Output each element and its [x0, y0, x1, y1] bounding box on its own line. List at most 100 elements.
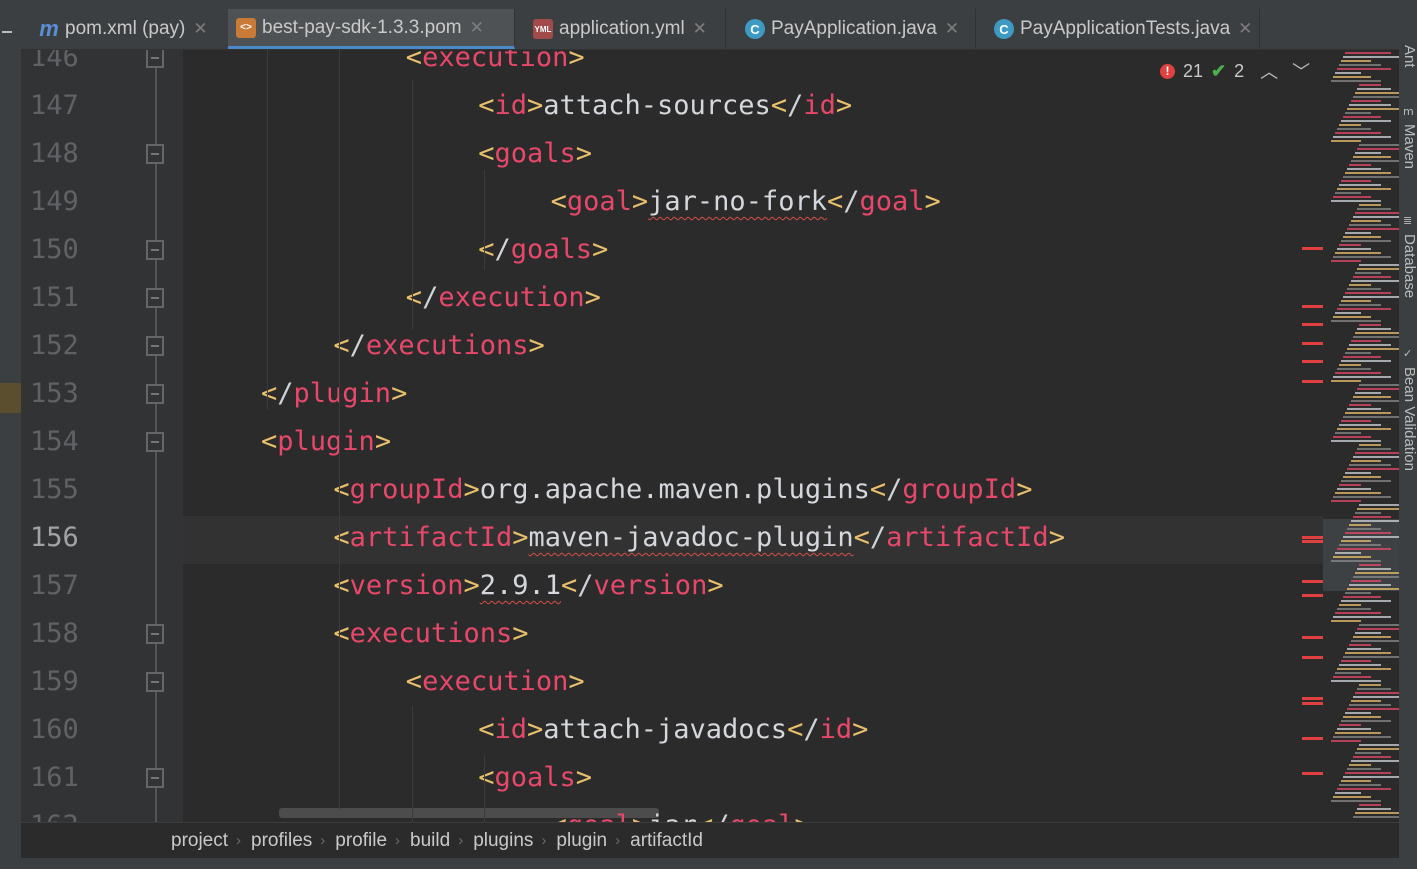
- tool-window-maven[interactable]: Maven: [1401, 124, 1417, 169]
- bracket: <: [550, 186, 567, 217]
- breadcrumb-separator-icon: ›: [541, 832, 547, 849]
- tab-pom-xml[interactable]: m pom.xml (pay) ✕: [31, 9, 230, 49]
- minimap-stripe: [1345, 232, 1371, 234]
- minimap-stripe: [1335, 672, 1361, 674]
- tool-window-database[interactable]: Database: [1401, 234, 1417, 298]
- close-icon[interactable]: ✕: [470, 18, 484, 38]
- code-line: <execution>: [406, 50, 585, 82]
- breadcrumb-item[interactable]: artifactId: [630, 830, 703, 852]
- breadcrumb-item[interactable]: plugin: [556, 830, 607, 852]
- minimap-stripe: [1355, 752, 1381, 754]
- minimap-stripe: [1349, 524, 1371, 526]
- code-line: </execution>: [406, 274, 601, 322]
- error-mark[interactable]: [1302, 697, 1324, 700]
- minimap-stripe: [1339, 724, 1361, 726]
- indent-guide: [411, 80, 413, 330]
- close-icon[interactable]: ✕: [1238, 19, 1252, 39]
- previous-highlight-icon[interactable]: ︿: [1260, 58, 1278, 84]
- bracket: >: [592, 234, 609, 265]
- error-mark[interactable]: [1302, 305, 1324, 308]
- tag-name: goal: [729, 810, 794, 822]
- error-mark[interactable]: [1302, 380, 1324, 383]
- error-mark[interactable]: [1302, 247, 1324, 250]
- fold-collapse-icon[interactable]: [146, 144, 164, 164]
- minimap-stripe: [1343, 596, 1381, 598]
- tool-window-ant[interactable]: Ant: [1401, 45, 1417, 68]
- fold-end-icon[interactable]: [146, 288, 164, 308]
- minimap-stripe: [1359, 444, 1381, 446]
- slash: /: [713, 810, 729, 822]
- minimap-stripe: [1333, 556, 1371, 558]
- bracket: <: [478, 90, 495, 121]
- tool-window-bean-validation[interactable]: Bean Validation: [1401, 367, 1417, 471]
- minimap-stripe: [1333, 196, 1371, 198]
- minimap-stripe: [1359, 144, 1399, 146]
- minimap-stripe: [1333, 316, 1371, 318]
- close-icon[interactable]: ✕: [693, 19, 707, 39]
- code-line: <executions>: [333, 610, 528, 658]
- fold-collapse-icon[interactable]: [146, 768, 164, 788]
- tag-value: 2.9.1: [479, 570, 561, 601]
- tag-name: goal: [566, 186, 632, 217]
- minimap-stripe: [1343, 776, 1399, 778]
- close-icon[interactable]: ✕: [193, 19, 207, 39]
- error-mark[interactable]: [1302, 702, 1324, 705]
- error-mark[interactable]: [1302, 656, 1324, 659]
- code-editor[interactable]: <execution> <id>attach-sources</id> <goals…: [183, 50, 1323, 822]
- line-number: 152: [30, 330, 79, 361]
- minimap-stripe: [1357, 568, 1391, 570]
- close-icon[interactable]: ✕: [945, 19, 959, 39]
- breadcrumb-item[interactable]: plugins: [473, 830, 533, 852]
- minimap-stripe: [1339, 124, 1361, 126]
- bracket: >: [632, 810, 648, 822]
- error-mark[interactable]: [1302, 772, 1324, 775]
- tab-best-pay-sdk-pom[interactable]: <> best-pay-sdk-1.3.3.pom ✕: [228, 9, 515, 49]
- tag-name: id: [494, 714, 527, 745]
- minimap-stripe: [1357, 268, 1399, 270]
- fold-end-icon[interactable]: [146, 240, 164, 260]
- code-line: </executions>: [333, 322, 544, 370]
- tab-application-yml[interactable]: YML application.yml ✕: [525, 9, 726, 49]
- next-highlight-icon[interactable]: ﹀: [1292, 58, 1310, 84]
- breadcrumb-item[interactable]: profile: [335, 830, 387, 852]
- tab-pay-application-java[interactable]: C PayApplication.java ✕: [737, 9, 976, 49]
- minimap-stripe: [1343, 56, 1399, 58]
- inspection-widget[interactable]: ! 21 ✔ 2 ︿ ﹀: [1160, 58, 1310, 84]
- minimap-stripe: [1355, 572, 1399, 574]
- error-mark[interactable]: [1302, 594, 1324, 597]
- minimap-stripe: [1353, 456, 1399, 458]
- error-icon: !: [1160, 63, 1175, 79]
- error-mark[interactable]: [1302, 360, 1324, 363]
- minimap-stripe: [1343, 236, 1381, 238]
- minimize-icon[interactable]: [2, 31, 12, 33]
- tab-pay-application-tests-java[interactable]: C PayApplicationTests.java ✕: [986, 9, 1260, 49]
- minimap-stripe: [1345, 112, 1371, 114]
- error-mark[interactable]: [1302, 536, 1324, 539]
- minimap-stripe: [1349, 404, 1371, 406]
- fold-collapse-icon[interactable]: [146, 50, 164, 68]
- error-mark[interactable]: [1302, 323, 1324, 326]
- breadcrumb-item[interactable]: project: [171, 830, 228, 852]
- breadcrumb-item[interactable]: profiles: [251, 830, 312, 852]
- error-mark[interactable]: [1302, 580, 1324, 583]
- slash: /: [277, 378, 294, 409]
- fold-end-icon[interactable]: [146, 384, 164, 404]
- fold-end-icon[interactable]: [146, 336, 164, 356]
- code-minimap[interactable]: [1323, 50, 1399, 822]
- minimap-stripe: [1339, 304, 1381, 306]
- minimap-stripe: [1349, 464, 1391, 466]
- minimap-stripe: [1349, 284, 1371, 286]
- error-mark[interactable]: [1302, 737, 1324, 740]
- tag-value: maven-javadoc-plugin: [528, 522, 854, 553]
- fold-collapse-icon[interactable]: [146, 432, 164, 452]
- line-number-gutter[interactable]: 146 147 148 149 150 151 152 153 154 155 156 157 158 1…: [21, 50, 183, 822]
- error-mark[interactable]: [1302, 636, 1324, 639]
- error-mark[interactable]: [1302, 540, 1324, 543]
- fold-collapse-icon[interactable]: [146, 624, 164, 644]
- error-mark[interactable]: [1302, 342, 1324, 345]
- minimap-stripe: [1337, 308, 1391, 310]
- minimap-stripe: [1333, 796, 1371, 798]
- fold-collapse-icon[interactable]: [146, 672, 164, 692]
- breadcrumb-item[interactable]: build: [410, 830, 450, 852]
- tag-name: version: [593, 570, 708, 601]
